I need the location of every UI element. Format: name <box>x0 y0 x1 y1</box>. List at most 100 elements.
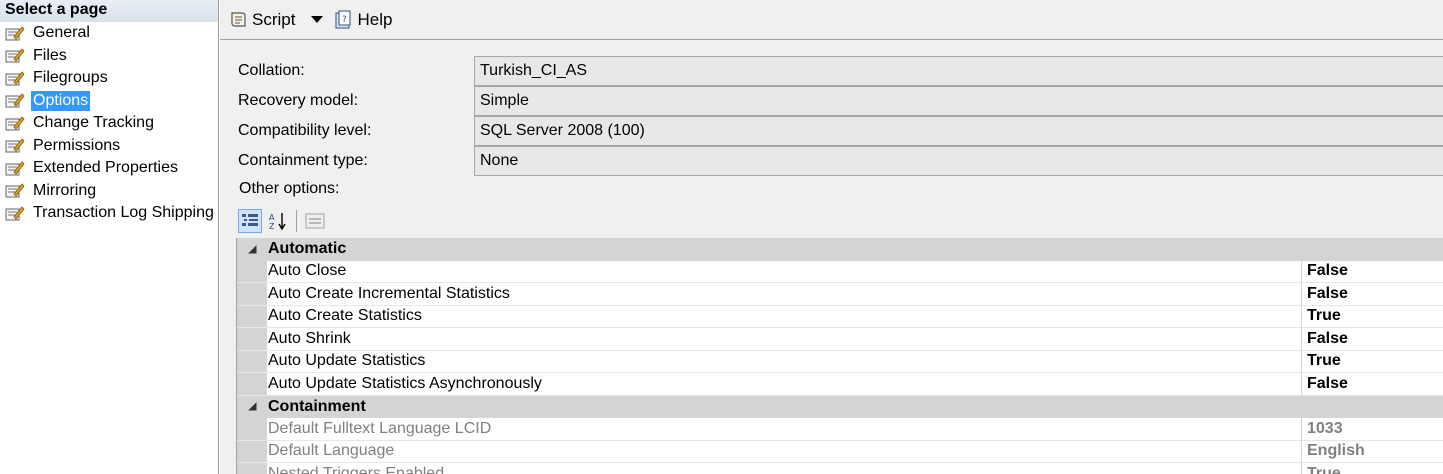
page-item-label: Change Tracking <box>33 114 154 132</box>
category-label: Automatic <box>268 240 347 258</box>
property-row[interactable]: Auto Update Statistics True <box>237 350 1443 373</box>
page-item-label: General <box>33 24 90 42</box>
row-gutter <box>237 305 267 327</box>
svg-text:?: ? <box>342 15 347 25</box>
property-value[interactable]: True <box>1302 307 1341 325</box>
script-dropdown-icon[interactable] <box>311 16 324 23</box>
toolbar: Script ? Help <box>220 0 1443 40</box>
category-row[interactable]: ◢ Automatic <box>237 238 1443 261</box>
property-value[interactable]: False <box>1302 285 1348 303</box>
property-value[interactable]: 1033 <box>1302 420 1343 438</box>
page-item[interactable]: Options <box>0 90 218 113</box>
property-row[interactable]: Auto Update Statistics Asynchronously Fal… <box>237 373 1443 396</box>
help-button[interactable]: ? Help <box>333 10 392 30</box>
page-item-label: Transaction Log Shipping <box>33 204 214 222</box>
page-properties-icon <box>5 206 25 221</box>
property-value[interactable]: False <box>1302 375 1348 393</box>
compatibility-level-row: Compatibility level: SQL Server 2008 (10… <box>238 116 1443 146</box>
page-properties-icon <box>5 48 25 63</box>
svg-text:Z: Z <box>269 222 275 231</box>
row-gutter <box>237 260 267 282</box>
property-row[interactable]: Default Fulltext Language LCID 1033 <box>237 418 1443 441</box>
property-row[interactable]: Auto Close False <box>237 260 1443 283</box>
page-item-label: Filegroups <box>33 69 108 87</box>
property-name: Nested Triggers Enabled <box>267 463 1302 474</box>
page-item[interactable]: Mirroring <box>0 180 218 203</box>
page-properties-icon <box>5 183 25 198</box>
page-item[interactable]: Transaction Log Shipping <box>0 202 218 225</box>
recovery-model-field[interactable]: Simple <box>474 86 1443 116</box>
property-name: Auto Create Incremental Statistics <box>267 283 1302 305</box>
property-name: Auto Update Statistics Asynchronously <box>267 373 1302 395</box>
script-label: Script <box>252 9 296 29</box>
containment-type-label: Containment type: <box>238 152 368 169</box>
property-pages-button[interactable] <box>303 209 327 233</box>
property-value[interactable]: False <box>1302 262 1348 280</box>
other-options-label: Other options: <box>239 180 340 197</box>
property-pages-icon <box>305 213 325 229</box>
property-name: Auto Close <box>267 260 1302 282</box>
page-item[interactable]: Files <box>0 45 218 68</box>
property-row[interactable]: Auto Shrink False <box>237 328 1443 351</box>
page-item[interactable]: Extended Properties <box>0 157 218 180</box>
page-properties-icon <box>5 116 25 131</box>
row-gutter <box>237 463 267 474</box>
page-properties-icon <box>5 26 25 41</box>
row-gutter <box>237 440 267 462</box>
collapse-icon[interactable]: ◢ <box>237 244 268 255</box>
row-gutter <box>237 283 267 305</box>
property-name: Default Fulltext Language LCID <box>267 418 1302 440</box>
page-item-label: Permissions <box>33 136 121 154</box>
row-gutter <box>237 373 267 395</box>
row-gutter <box>237 350 267 372</box>
containment-type-field[interactable]: None <box>474 146 1443 176</box>
collation-field[interactable]: Turkish_CI_AS <box>474 56 1443 86</box>
compatibility-level-field[interactable]: SQL Server 2008 (100) <box>474 116 1443 146</box>
help-label: Help <box>357 9 393 29</box>
property-value[interactable]: True <box>1302 352 1341 370</box>
sort-alphabetical-icon: A Z <box>269 213 286 231</box>
row-gutter <box>237 418 267 440</box>
grid-toolbar: A Z <box>238 208 331 234</box>
page-item-label: Files <box>33 46 67 64</box>
property-value[interactable]: English <box>1302 442 1365 460</box>
property-name: Auto Create Statistics <box>267 305 1302 327</box>
page-properties-icon <box>5 71 25 86</box>
page-properties-icon <box>5 161 25 176</box>
page-properties-icon <box>5 138 25 153</box>
property-grid: ◢ Automatic Auto Close False Auto Create Inc… <box>236 238 1443 474</box>
page-item-label: Mirroring <box>33 181 97 199</box>
alphabetical-button[interactable]: A Z <box>266 209 290 233</box>
category-label: Containment <box>268 397 366 415</box>
property-name: Auto Update Statistics <box>267 350 1302 372</box>
category-row[interactable]: ◢ Containment <box>237 395 1443 418</box>
script-icon <box>231 11 246 27</box>
categorized-button[interactable] <box>238 209 262 233</box>
page-properties-icon <box>5 93 25 108</box>
collapse-icon[interactable]: ◢ <box>237 401 268 412</box>
collation-label: Collation: <box>238 62 305 79</box>
property-row[interactable]: Auto Create Statistics True <box>237 305 1443 328</box>
page-list: General Files Filegroups Options Change Trac… <box>0 22 218 225</box>
page-item[interactable]: Filegroups <box>0 67 218 90</box>
property-value[interactable]: False <box>1302 330 1348 348</box>
property-name: Default Language <box>267 440 1302 462</box>
select-page-header: Select a page <box>0 0 218 22</box>
property-row[interactable]: Default Language English <box>237 440 1443 463</box>
page-item-label: Options <box>31 90 91 111</box>
page-item[interactable]: General <box>0 22 218 45</box>
help-icon: ? <box>335 9 352 29</box>
select-page-pane: Select a page General Files Filegroups Opti… <box>0 0 219 474</box>
collation-row: Collation: Turkish_CI_AS <box>238 56 1443 86</box>
compatibility-level-label: Compatibility level: <box>238 122 372 139</box>
row-gutter <box>237 328 267 350</box>
property-name: Auto Shrink <box>267 328 1302 350</box>
recovery-model-row: Recovery model: Simple <box>238 86 1443 116</box>
page-item[interactable]: Permissions <box>0 135 218 158</box>
property-value[interactable]: True <box>1302 465 1341 474</box>
property-row[interactable]: Auto Create Incremental Statistics False <box>237 283 1443 306</box>
options-page: Script ? Help Collation: Turkish_CI_AS R… <box>220 0 1443 474</box>
page-item[interactable]: Change Tracking <box>0 112 218 135</box>
property-row[interactable]: Nested Triggers Enabled True <box>237 463 1443 474</box>
script-button[interactable]: Script <box>228 10 295 30</box>
